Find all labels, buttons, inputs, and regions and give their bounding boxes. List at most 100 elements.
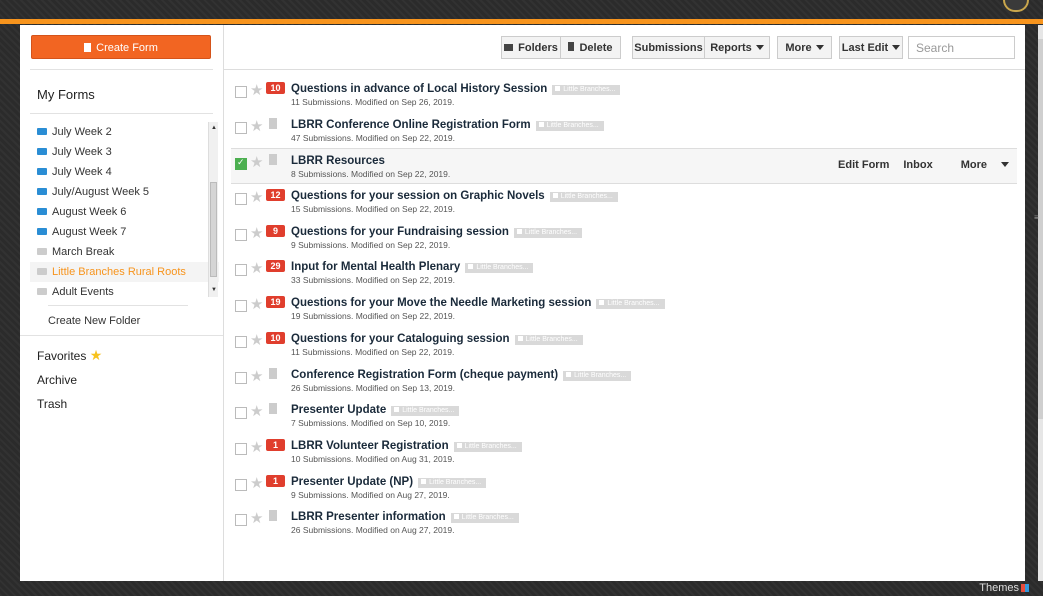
form-row[interactable]: ★ LBRR Conference Online Registration For… [223,113,1025,149]
folder-item[interactable]: July Week 4 [30,162,219,182]
new-submissions-badge: 10 [266,82,285,94]
edit-form-button[interactable]: Edit Form [838,159,889,171]
form-title[interactable]: Input for Mental Health Plenary [291,261,460,273]
row-checkbox[interactable] [235,193,247,206]
form-row[interactable]: ★ 9 Questions for your Fundraising session… [223,220,1025,256]
star-icon[interactable]: ★ [250,224,263,242]
scrollbar-thumb[interactable] [210,182,217,277]
create-new-folder-link[interactable]: Create New Folder [48,315,140,327]
scroll-up-icon[interactable]: ▲ [211,125,217,131]
form-row[interactable]: ★ 29 Input for Mental Health Plenary Little… [223,255,1025,291]
star-icon[interactable]: ★ [250,367,263,385]
favorites-link[interactable]: Favorites ★ [37,347,102,364]
form-title[interactable]: Questions for your Fundraising session [291,226,509,238]
row-checkbox[interactable] [235,228,247,241]
row-checkbox[interactable] [235,335,247,348]
search-input[interactable] [908,36,1015,59]
folder-label: Little Branches Rural Roots [52,266,186,278]
form-row[interactable]: ★ 19 Questions for your Move the Needle Ma… [223,291,1025,327]
folder-item[interactable]: July Week 2 [30,122,219,142]
archive-link[interactable]: Archive [37,373,77,387]
form-row[interactable]: ★ 12 Questions for your session on Graphic… [223,184,1025,220]
form-row[interactable]: ★ Presenter Update Little Branches... 7 Sub… [223,398,1025,434]
sort-label: Last Edit [841,42,889,54]
form-meta: 9 Submissions. Modified on Aug 27, 2019. [291,489,450,500]
star-icon[interactable]: ★ [250,402,263,420]
row-checkbox[interactable] [235,264,247,277]
form-title[interactable]: Questions for your Move the Needle Marke… [291,297,591,309]
row-checkbox[interactable] [235,157,247,171]
create-form-button[interactable]: Create Form [31,35,211,59]
folder-item[interactable]: Adult Events [30,282,219,297]
row-checkbox[interactable] [235,407,247,420]
form-title[interactable]: LBRR Resources [291,155,385,167]
reports-button[interactable]: Reports [704,36,770,59]
row-checkbox[interactable] [235,478,247,491]
form-title[interactable]: Presenter Update (NP) [291,476,413,488]
avatar[interactable] [1003,0,1029,12]
form-row[interactable]: ★ LBRR Resources 8 Submissions. Modified o… [231,148,1017,185]
form-title[interactable]: Questions for your Cataloguing session [291,333,510,345]
folder-item[interactable]: March Break [30,242,219,262]
star-icon[interactable]: ★ [250,117,263,135]
form-row[interactable]: ★ 1 Presenter Update (NP) Little Branches..… [223,470,1025,506]
scrollbar-grip-icon: ≡ [1034,213,1039,222]
row-checkbox[interactable] [235,371,247,384]
folder-tag-icon [552,193,558,199]
my-forms-heading[interactable]: My Forms [37,87,95,102]
form-title[interactable]: LBRR Presenter information [291,511,446,523]
form-title[interactable]: Conference Registration Form (cheque pay… [291,369,558,381]
form-title[interactable]: Questions in advance of Local History Se… [291,83,547,95]
form-row[interactable]: ★ LBRR Presenter information Little Branch… [223,505,1025,541]
star-icon[interactable]: ★ [250,153,263,171]
row-checkbox[interactable] [235,300,247,313]
folder-item[interactable]: August Week 7 [30,222,219,242]
row-checkbox[interactable] [235,121,247,134]
star-icon[interactable]: ★ [250,438,263,456]
form-row[interactable]: ★ Conference Registration Form (cheque pa… [223,363,1025,399]
row-checkbox[interactable] [235,86,247,98]
folder-item[interactable]: August Week 6 [30,202,219,222]
create-form-label: Create Form [96,42,158,54]
divider [48,305,188,306]
scroll-down-icon[interactable]: ▼ [211,287,217,293]
themes-link[interactable]: Themes [979,582,1029,594]
divider [20,335,223,336]
folder-list-scrollbar[interactable]: ▲ ▼ [208,122,218,297]
form-title[interactable]: Questions for your session on Graphic No… [291,190,545,202]
folder-item[interactable]: Little Branches Rural Roots [30,262,219,282]
trash-link[interactable]: Trash [37,397,67,411]
inbox-button[interactable]: Inbox [903,159,932,171]
folders-button[interactable]: Folders [501,36,561,59]
star-icon[interactable]: ★ [250,331,263,349]
row-more-button[interactable]: More [947,159,1009,171]
form-title[interactable]: LBRR Volunteer Registration [291,440,449,452]
form-title[interactable]: Presenter Update [291,404,386,416]
star-icon[interactable]: ★ [250,188,263,206]
folder-tag-icon [421,478,427,484]
sort-button[interactable]: Last Edit [839,36,903,59]
row-checkbox[interactable] [235,514,247,527]
new-submissions-badge: 19 [266,296,285,309]
form-title[interactable]: LBRR Conference Online Registration Form [291,119,531,131]
star-icon[interactable]: ★ [250,295,263,313]
folder-item[interactable]: July/August Week 5 [30,182,219,202]
form-row[interactable]: ★ 10 Questions in advance of Local History… [223,77,1025,113]
row-checkbox[interactable] [235,442,247,455]
star-icon[interactable]: ★ [250,259,263,277]
folder-tag-label: Little Branches... [563,86,616,93]
folder-tag-label: Little Branches... [464,442,517,450]
folder-label: July Week 3 [52,146,112,158]
submissions-button[interactable]: Submissions [632,36,705,59]
scrollbar-thumb[interactable] [1038,39,1043,419]
star-icon[interactable]: ★ [250,509,263,527]
more-button[interactable]: More [777,36,832,59]
form-row[interactable]: ★ 10 Questions for your Cataloguing sessio… [223,327,1025,363]
delete-button[interactable]: Delete [560,36,621,59]
form-row[interactable]: ★ 1 LBRR Volunteer Registration Little Bran… [223,434,1025,470]
page-scrollbar[interactable]: ≡ [1034,25,1043,581]
star-icon[interactable]: ★ [250,81,263,99]
row-actions: Edit Form Inbox More [824,159,1009,171]
star-icon[interactable]: ★ [250,474,263,492]
folder-item[interactable]: July Week 3 [30,142,219,162]
